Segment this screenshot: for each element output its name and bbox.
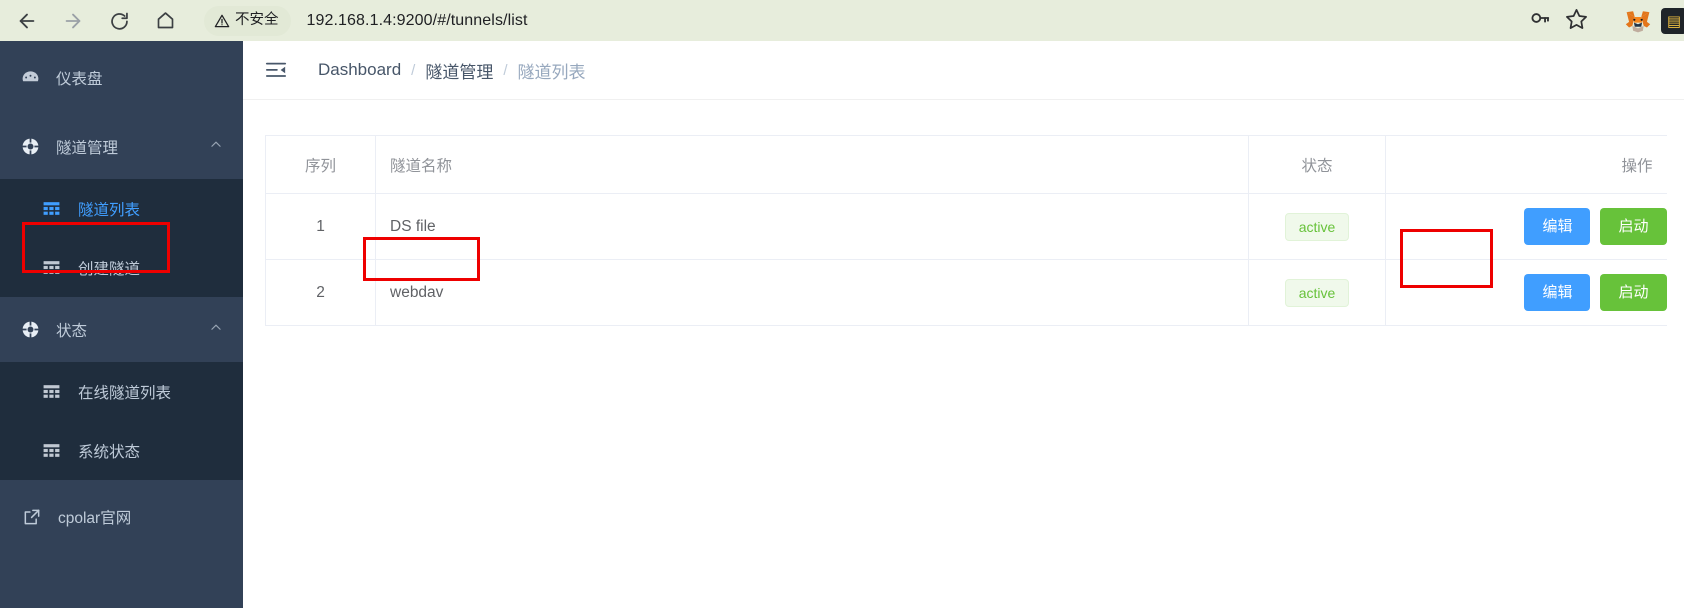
cell-seq: 2 [265,259,376,326]
sidebar-item-label: cpolar官网 [58,510,132,527]
start-button[interactable]: 启动 [1600,274,1667,311]
table-head: 序列 隧道名称 状态 操作 [265,135,1667,194]
sidebar-group-label: 隧道管理 [56,139,119,157]
chevron-up-icon [209,320,223,339]
key-icon [1529,7,1551,34]
breadcrumb-separator: / [411,61,416,79]
grid-icon [42,382,70,401]
column-header-seq: 序列 [265,135,376,194]
sidebar-submenu-tunnel-management: 隧道列表 创建隧道 [0,179,243,297]
cell-tunnel-name: DS file [375,193,1249,260]
grid-icon [42,258,70,277]
sidebar: 仪表盘 隧道管理 隧道列表 创建隧道 状态 在线隧道列表 系统状态 cpolar… [0,41,243,608]
status-circle-icon [20,319,50,340]
menu-fold-icon[interactable] [265,59,287,81]
sidebar-group-status[interactable]: 状态 [0,297,243,362]
extension-icon: ▤ [1661,7,1684,34]
browser-toolbar: 不安全 192.168.1.4:9200/#/tunnels/list ▤ [0,0,1684,41]
cell-tunnel-name: webdav [375,259,1249,326]
browser-action-icons: ▤ [1522,0,1684,41]
sidebar-group-tunnel-management[interactable]: 隧道管理 [0,114,243,179]
table-header-row: 序列 隧道名称 状态 操作 [265,135,1667,194]
star-icon [1565,7,1588,35]
page-header: Dashboard / 隧道管理 / 隧道列表 [243,41,1684,100]
sidebar-submenu-status: 在线隧道列表 系统状态 [0,362,243,480]
cell-operations: 编辑 启动 [1385,193,1667,260]
cell-seq: 1 [265,193,376,260]
security-status-chip[interactable]: 不安全 [204,5,291,36]
column-header-status: 状态 [1248,135,1386,194]
grid-icon [42,199,70,218]
chevron-up-icon [209,137,223,156]
metamask-fox-icon [1625,8,1651,34]
sidebar-item-label: 隧道列表 [78,201,141,219]
tunnels-table: 序列 隧道名称 状态 操作 1 DS file active 编辑 启动 2 w… [265,135,1667,326]
arrow-right-icon [62,10,84,32]
table-row: 1 DS file active 编辑 启动 [265,193,1667,260]
start-button[interactable]: 启动 [1600,208,1667,245]
cell-status: active [1248,193,1386,260]
sidebar-group-label: 状态 [56,322,88,340]
sidebar-item-online-tunnel-list[interactable]: 在线隧道列表 [0,362,243,421]
sidebar-item-label: 系统状态 [78,443,141,461]
app-shell: 仪表盘 隧道管理 隧道列表 创建隧道 状态 在线隧道列表 系统状态 cpolar… [0,41,1684,608]
password-manager-button[interactable] [1522,3,1558,39]
cell-operations: 编辑 启动 [1385,259,1667,326]
dashboard-gauge-icon [20,67,50,88]
bookmark-button[interactable] [1558,3,1594,39]
status-badge: active [1284,278,1350,307]
home-button[interactable] [148,4,182,38]
sidebar-item-label: 仪表盘 [56,70,103,88]
sidebar-item-create-tunnel[interactable]: 创建隧道 [0,238,243,297]
edit-button[interactable]: 编辑 [1524,208,1591,245]
breadcrumb-item-tunnel-management[interactable]: 隧道管理 [425,58,493,83]
arrow-left-icon [16,10,38,32]
security-status-text: 不安全 [235,12,279,29]
column-header-name: 隧道名称 [375,135,1249,194]
cell-status: active [1248,259,1386,326]
breadcrumb: Dashboard / 隧道管理 / 隧道列表 [318,58,586,83]
table-row: 2 webdav active 编辑 启动 [265,259,1667,326]
sidebar-item-system-status[interactable]: 系统状态 [0,421,243,480]
sidebar-item-dashboard[interactable]: 仪表盘 [0,41,243,114]
warning-triangle-icon [214,13,230,29]
breadcrumb-item-dashboard[interactable]: Dashboard [318,60,401,80]
tunnel-circle-icon [20,136,50,157]
home-icon [155,10,176,31]
sidebar-item-tunnel-list[interactable]: 隧道列表 [0,179,243,238]
metamask-extension-button[interactable] [1620,3,1656,39]
reload-button[interactable] [102,4,136,38]
url-text[interactable]: 192.168.1.4:9200/#/tunnels/list [307,12,528,30]
table-body: 1 DS file active 编辑 启动 2 webdav active 编… [265,193,1667,326]
status-badge: active [1284,212,1350,241]
sidebar-item-label: 创建隧道 [78,260,141,278]
breadcrumb-item-tunnel-list: 隧道列表 [517,62,586,82]
sidebar-item-cpolar-website[interactable]: cpolar官网 [0,480,243,554]
breadcrumb-separator: / [503,61,508,79]
back-button[interactable] [10,4,44,38]
edit-button[interactable]: 编辑 [1524,274,1591,311]
reload-icon [109,10,130,31]
main-content: Dashboard / 隧道管理 / 隧道列表 序列 隧道名称 状态 操作 1 … [243,41,1684,608]
grid-icon [42,441,70,460]
page-body: 序列 隧道名称 状态 操作 1 DS file active 编辑 启动 2 w… [243,100,1684,326]
address-bar[interactable]: 不安全 192.168.1.4:9200/#/tunnels/list [204,4,1522,38]
second-extension-button[interactable]: ▤ [1656,3,1684,39]
column-header-operation: 操作 [1385,135,1667,194]
forward-button[interactable] [56,4,90,38]
external-link-icon [22,507,50,527]
sidebar-item-label: 在线隧道列表 [78,384,172,402]
